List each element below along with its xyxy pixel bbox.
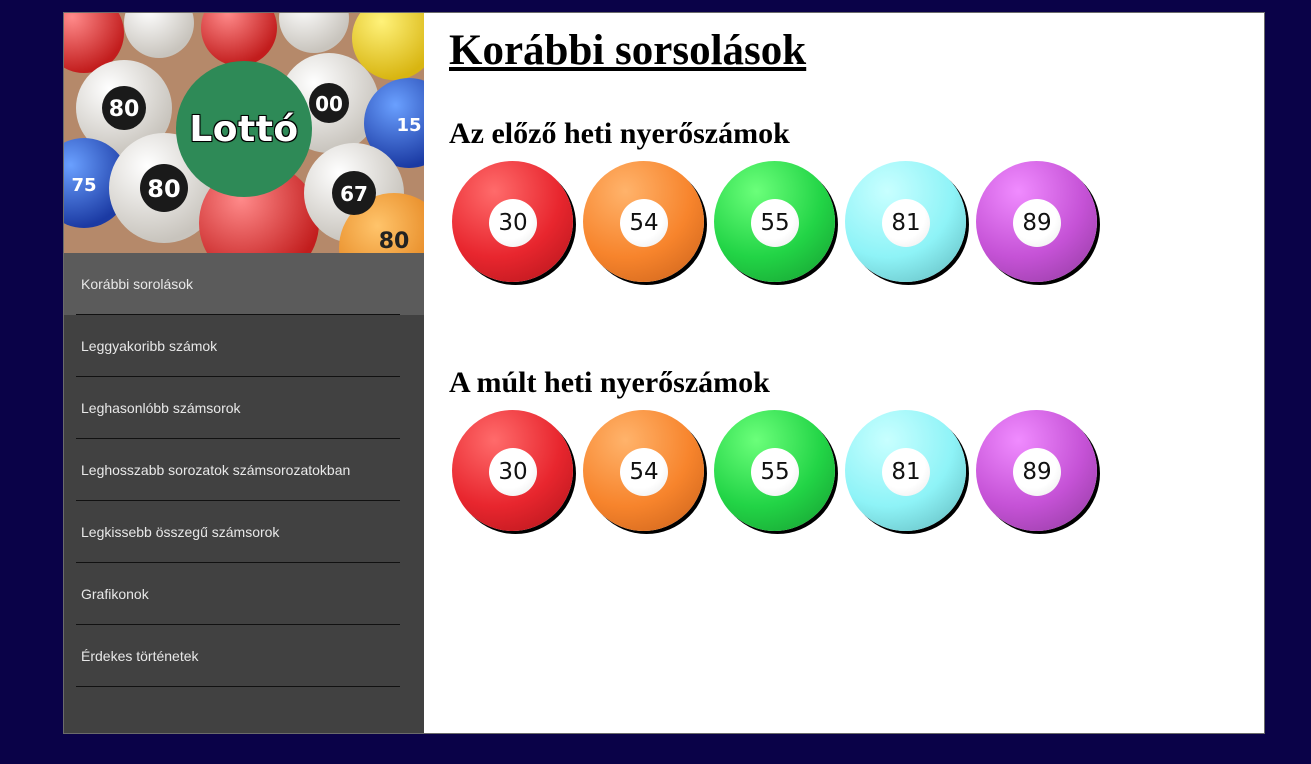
sidebar: 80 80 00 67 15 75 80 Lottó Korábbi sorol… bbox=[64, 13, 424, 733]
ball-number: 89 bbox=[1013, 448, 1061, 496]
svg-text:80: 80 bbox=[109, 97, 140, 122]
lottery-ball: 30 bbox=[452, 410, 573, 531]
svg-text:15: 15 bbox=[396, 115, 421, 136]
logo-text: Lottó bbox=[189, 108, 299, 150]
ball-number: 81 bbox=[882, 448, 930, 496]
nav-item-erdekes-tortenetek[interactable]: Érdekes történetek bbox=[64, 625, 424, 687]
ball-number: 55 bbox=[751, 199, 799, 247]
lottery-ball: 54 bbox=[583, 410, 704, 531]
hero-image: 80 80 00 67 15 75 80 Lottó bbox=[64, 13, 424, 253]
nav-item-korabbi-sorolasok[interactable]: Korábbi sorolások bbox=[64, 253, 424, 315]
ball-number: 54 bbox=[620, 199, 668, 247]
ball-row-last-week: 30 54 55 81 89 bbox=[452, 410, 1097, 531]
ball-number: 81 bbox=[882, 199, 930, 247]
lottery-ball: 54 bbox=[583, 161, 704, 282]
sidebar-nav: Korábbi sorolások Leggyakoribb számok Le… bbox=[64, 253, 424, 687]
nav-item-grafikonok[interactable]: Grafikonok bbox=[64, 563, 424, 625]
ball-number: 89 bbox=[1013, 199, 1061, 247]
page-title: Korábbi sorsolások bbox=[449, 27, 807, 74]
ball-number: 54 bbox=[620, 448, 668, 496]
ball-number: 55 bbox=[751, 448, 799, 496]
svg-text:00: 00 bbox=[315, 92, 343, 116]
lottery-ball: 81 bbox=[845, 161, 966, 282]
main-content: Korábbi sorsolások Az előző heti nyerősz… bbox=[449, 13, 1264, 733]
svg-text:67: 67 bbox=[340, 182, 368, 206]
svg-text:80: 80 bbox=[147, 175, 180, 203]
page-frame: 80 80 00 67 15 75 80 Lottó Korábbi sorol… bbox=[63, 12, 1265, 734]
lottery-ball: 89 bbox=[976, 161, 1097, 282]
section-title-previous-week: Az előző heti nyerőszámok bbox=[449, 117, 790, 150]
nav-item-leghosszabb-sorozatok[interactable]: Leghosszabb sorozatok számsorozatokban bbox=[64, 439, 424, 501]
nav-item-legkissebb-osszegu[interactable]: Legkissebb összegű számsorok bbox=[64, 501, 424, 563]
nav-item-leggyakoribb-szamok[interactable]: Leggyakoribb számok bbox=[64, 315, 424, 377]
svg-text:75: 75 bbox=[71, 175, 96, 196]
lottery-ball: 81 bbox=[845, 410, 966, 531]
nav-item-leghasonlobb-szamsorok[interactable]: Leghasonlóbb számsorok bbox=[64, 377, 424, 439]
lottery-ball: 55 bbox=[714, 410, 835, 531]
section-title-last-week: A múlt heti nyerőszámok bbox=[449, 366, 770, 399]
svg-text:80: 80 bbox=[379, 229, 410, 253]
lottery-ball: 55 bbox=[714, 161, 835, 282]
ball-number: 30 bbox=[489, 199, 537, 247]
ball-number: 30 bbox=[489, 448, 537, 496]
ball-row-previous-week: 30 54 55 81 89 bbox=[452, 161, 1097, 282]
lottery-ball: 30 bbox=[452, 161, 573, 282]
logo[interactable]: Lottó bbox=[176, 61, 312, 197]
lottery-ball: 89 bbox=[976, 410, 1097, 531]
